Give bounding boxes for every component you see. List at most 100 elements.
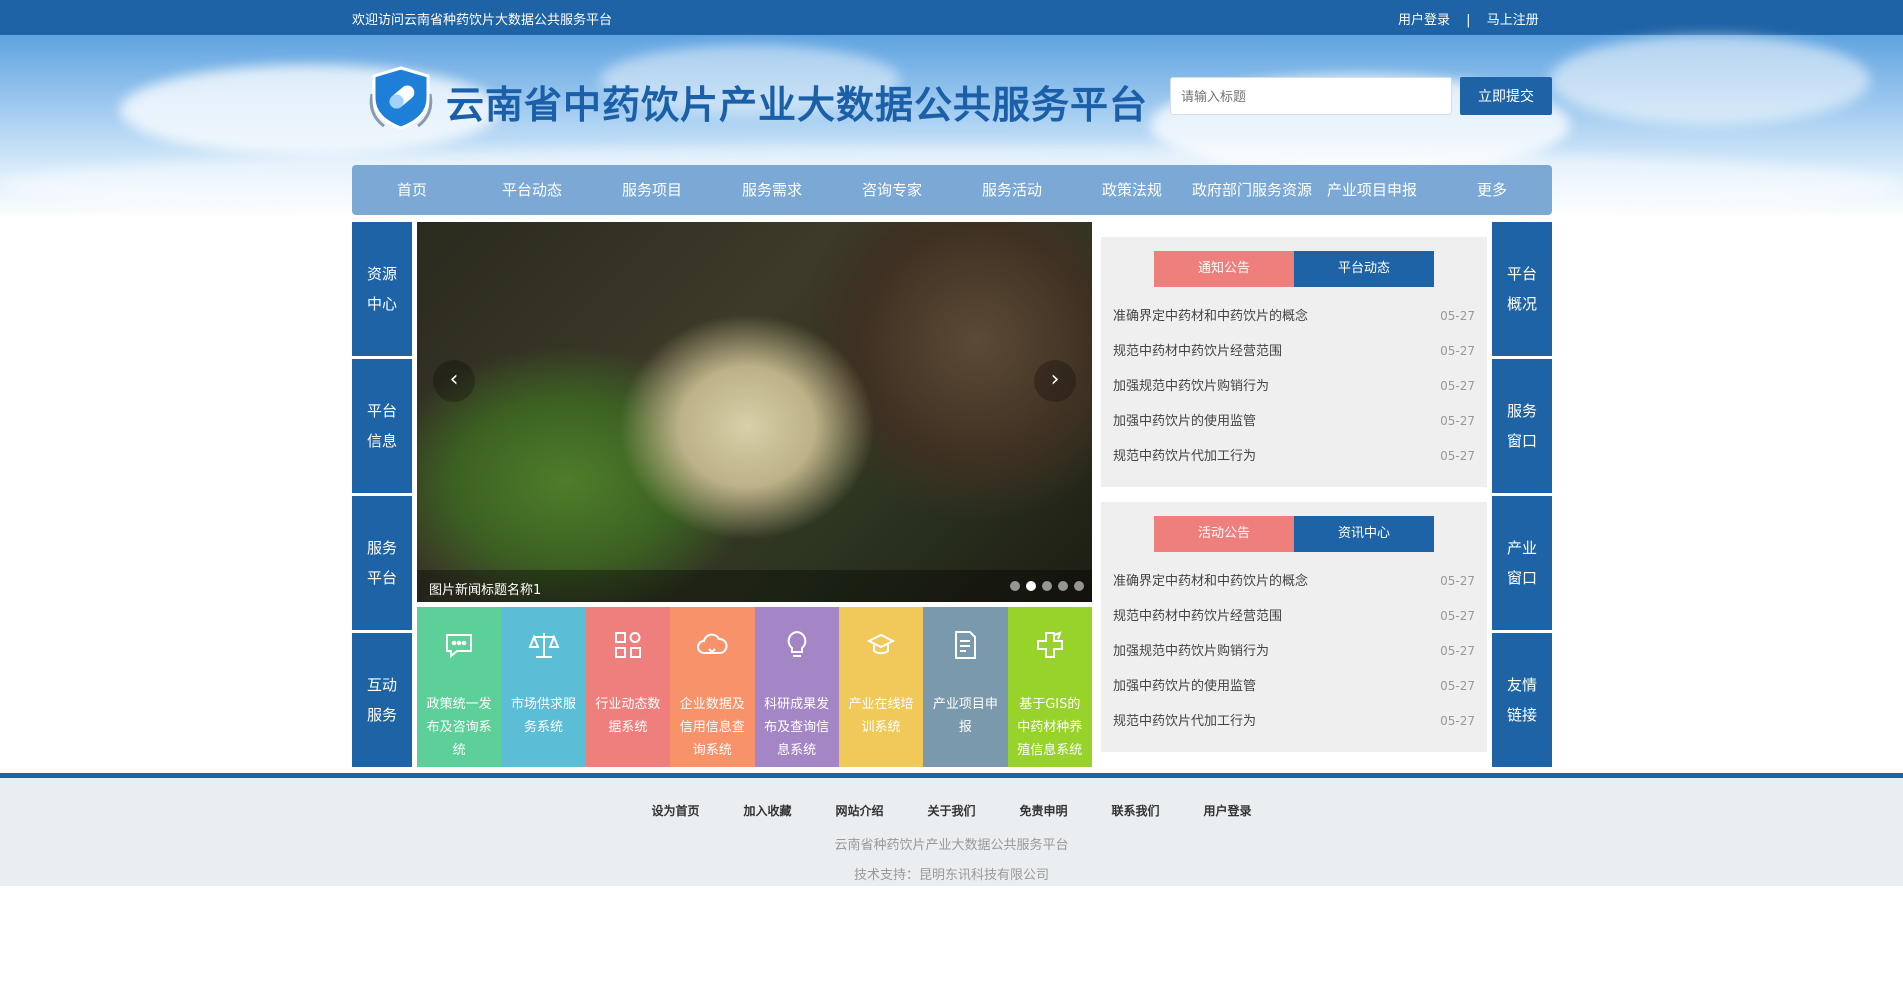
system-tile-label: 企业数据及信用信息查询系统 bbox=[679, 697, 745, 758]
label-line-2: 中心 bbox=[366, 295, 397, 313]
news-title[interactable]: 规范中药饮片代加工行为 bbox=[1113, 704, 1256, 739]
footer-link-2[interactable]: 网站介绍 bbox=[835, 804, 883, 818]
news-title[interactable]: 规范中药材中药饮片经营范围 bbox=[1113, 334, 1282, 369]
slider-dot[interactable] bbox=[1058, 581, 1068, 591]
news-title[interactable]: 加强规范中药饮片购销行为 bbox=[1113, 634, 1269, 669]
footer-link-1[interactable]: 加入收藏 bbox=[743, 804, 791, 818]
right_side-item-3[interactable]: 友情 链接 bbox=[1492, 633, 1552, 767]
system-tile-label: 行业动态数据系统 bbox=[595, 697, 661, 735]
document-icon bbox=[949, 629, 981, 661]
news-title[interactable]: 加强中药饮片的使用监管 bbox=[1113, 669, 1256, 704]
footer: 设为首页 加入收藏 网站介绍 关于我们 免责申明 联系我们 用户登录 云南省种药饮片产业大数… bbox=[0, 778, 1903, 886]
tab-info-center[interactable]: 资讯中心 bbox=[1294, 516, 1434, 552]
label-line-1: 服务 bbox=[1506, 402, 1537, 420]
system-tile-7[interactable]: 基于GIS的中药材种养殖信息系统 bbox=[1007, 607, 1092, 767]
news-title[interactable]: 加强规范中药饮片购销行为 bbox=[1113, 369, 1269, 404]
left_side-item-label: 平台 信息 bbox=[366, 396, 398, 456]
slider-prev-button[interactable]: ‹ bbox=[433, 360, 475, 402]
top-bar: 欢迎访问云南省种药饮片大数据公共服务平台 用户登录 | 马上注册 bbox=[0, 0, 1903, 35]
label-line-1: 产业 bbox=[1506, 539, 1537, 557]
news-item[interactable]: 加强中药饮片的使用监管 05-27 bbox=[1113, 404, 1475, 439]
news-item[interactable]: 规范中药材中药饮片经营范围 05-27 bbox=[1113, 599, 1475, 634]
label-line-2: 信息 bbox=[366, 432, 397, 450]
news-item[interactable]: 规范中药材中药饮片经营范围 05-27 bbox=[1113, 334, 1475, 369]
right_side-item-label: 平台 概况 bbox=[1506, 259, 1538, 319]
label-line-2: 概况 bbox=[1506, 295, 1537, 313]
slider-dot[interactable] bbox=[1042, 581, 1052, 591]
news-item[interactable]: 加强规范中药饮片购销行为 05-27 bbox=[1113, 634, 1475, 669]
label-line-1: 互动 bbox=[366, 676, 397, 694]
news-item[interactable]: 规范中药饮片代加工行为 05-27 bbox=[1113, 439, 1475, 474]
scale-icon bbox=[528, 629, 560, 661]
right_side-item-1[interactable]: 服务 窗口 bbox=[1492, 359, 1552, 493]
footer-link-3[interactable]: 关于我们 bbox=[927, 804, 975, 818]
slider-dot[interactable] bbox=[1026, 581, 1036, 591]
nav-item-3[interactable]: 服务需求 bbox=[712, 165, 832, 215]
footer-link-5[interactable]: 联系我们 bbox=[1112, 804, 1160, 818]
slider-dot[interactable] bbox=[1010, 581, 1020, 591]
welcome-text: 欢迎访问云南省种药饮片大数据公共服务平台 bbox=[352, 13, 613, 28]
top-links: 用户登录 | 马上注册 bbox=[1398, 9, 1545, 28]
right_side-item-2[interactable]: 产业 窗口 bbox=[1492, 496, 1552, 630]
map-icon bbox=[1034, 629, 1066, 661]
nav-item-8[interactable]: 产业项目申报 bbox=[1312, 165, 1432, 215]
news-item[interactable]: 加强中药饮片的使用监管 05-27 bbox=[1113, 669, 1475, 704]
system-tiles: 政策统一发布及咨询系统 市场供求服务系统 行业动态数据系统 企业数据及信用信息查询系统… bbox=[417, 607, 1092, 767]
nav-item-5[interactable]: 服务活动 bbox=[952, 165, 1072, 215]
left_side-item-0[interactable]: 资源 中心 bbox=[352, 222, 412, 356]
news-title[interactable]: 加强中药饮片的使用监管 bbox=[1113, 404, 1256, 439]
nav-item-0[interactable]: 首页 bbox=[352, 165, 472, 215]
left_side-item-3[interactable]: 互动 服务 bbox=[352, 633, 412, 767]
news-item[interactable]: 准确界定中药材和中药饮片的概念 05-27 bbox=[1113, 299, 1475, 334]
notice-panel: 通知公告 平台动态 准确界定中药材和中药饮片的概念 05-27 规范中药材中药饮片经… bbox=[1101, 237, 1487, 487]
nav-item-4[interactable]: 咨询专家 bbox=[832, 165, 952, 215]
news-date: 05-27 bbox=[1440, 379, 1475, 393]
system-tile-0[interactable]: 政策统一发布及咨询系统 bbox=[417, 607, 502, 767]
left_side-item-1[interactable]: 平台 信息 bbox=[352, 359, 412, 493]
nav-item-9[interactable]: 更多 bbox=[1432, 165, 1552, 215]
right_side-item-0[interactable]: 平台 概况 bbox=[1492, 222, 1552, 356]
label-line-2: 链接 bbox=[1506, 706, 1537, 724]
news-item[interactable]: 加强规范中药饮片购销行为 05-27 bbox=[1113, 369, 1475, 404]
news-title[interactable]: 规范中药饮片代加工行为 bbox=[1113, 439, 1256, 474]
right_side-item-label: 友情 链接 bbox=[1506, 670, 1538, 730]
system-tile-label: 产业在线培训系统 bbox=[848, 697, 914, 735]
image-slider[interactable]: ‹ › 图片新闻标题名称1 bbox=[417, 222, 1092, 602]
main-nav: 首页 平台动态 服务项目 服务需求 咨询专家 服务活动 政策法规 政府部门服务资源 产业项目申报… bbox=[352, 165, 1552, 215]
training-icon bbox=[865, 629, 897, 661]
tab-platform-news[interactable]: 平台动态 bbox=[1294, 251, 1434, 287]
news-item[interactable]: 规范中药饮片代加工行为 05-27 bbox=[1113, 704, 1475, 739]
footer-links: 设为首页 加入收藏 网站介绍 关于我们 免责申明 联系我们 用户登录 bbox=[0, 802, 1903, 819]
login-link[interactable]: 用户登录 bbox=[1398, 13, 1450, 28]
submit-button[interactable]: 立即提交 bbox=[1460, 77, 1552, 115]
nav-item-6[interactable]: 政策法规 bbox=[1072, 165, 1192, 215]
nav-item-2[interactable]: 服务项目 bbox=[592, 165, 712, 215]
slider-caption[interactable]: 图片新闻标题名称1 bbox=[429, 579, 541, 598]
search-input[interactable] bbox=[1170, 77, 1452, 115]
bulb-icon bbox=[781, 629, 813, 661]
slider-dot[interactable] bbox=[1074, 581, 1084, 591]
tab-activity[interactable]: 活动公告 bbox=[1154, 516, 1294, 552]
tab-notice[interactable]: 通知公告 bbox=[1154, 251, 1294, 287]
slider-next-button[interactable]: › bbox=[1034, 360, 1076, 402]
nav-item-1[interactable]: 平台动态 bbox=[472, 165, 592, 215]
system-tile-1[interactable]: 市场供求服务系统 bbox=[501, 607, 586, 767]
news-title[interactable]: 准确界定中药材和中药饮片的概念 bbox=[1113, 299, 1308, 334]
label-line-1: 平台 bbox=[1506, 265, 1537, 283]
footer-link-4[interactable]: 免责申明 bbox=[1020, 804, 1068, 818]
system-tile-5[interactable]: 产业在线培训系统 bbox=[838, 607, 924, 767]
register-link[interactable]: 马上注册 bbox=[1487, 13, 1539, 28]
nav-item-7[interactable]: 政府部门服务资源 bbox=[1192, 165, 1312, 215]
news-title[interactable]: 规范中药材中药饮片经营范围 bbox=[1113, 599, 1282, 634]
news-title[interactable]: 准确界定中药材和中药饮片的概念 bbox=[1113, 564, 1308, 599]
left_side-item-2[interactable]: 服务 平台 bbox=[352, 496, 412, 630]
platform-logo-icon bbox=[369, 66, 433, 130]
system-tile-3[interactable]: 企业数据及信用信息查询系统 bbox=[670, 607, 755, 767]
footer-site-name: 云南省种药饮片产业大数据公共服务平台 bbox=[834, 838, 1069, 853]
footer-link-6[interactable]: 用户登录 bbox=[1204, 804, 1252, 818]
footer-link-0[interactable]: 设为首页 bbox=[651, 804, 699, 818]
system-tile-4[interactable]: 科研成果发布及查询信息系统 bbox=[754, 607, 839, 767]
system-tile-2[interactable]: 行业动态数据系统 bbox=[585, 607, 671, 767]
news-item[interactable]: 准确界定中药材和中药饮片的概念 05-27 bbox=[1113, 564, 1475, 599]
system-tile-6[interactable]: 产业项目申报 bbox=[923, 607, 1008, 767]
